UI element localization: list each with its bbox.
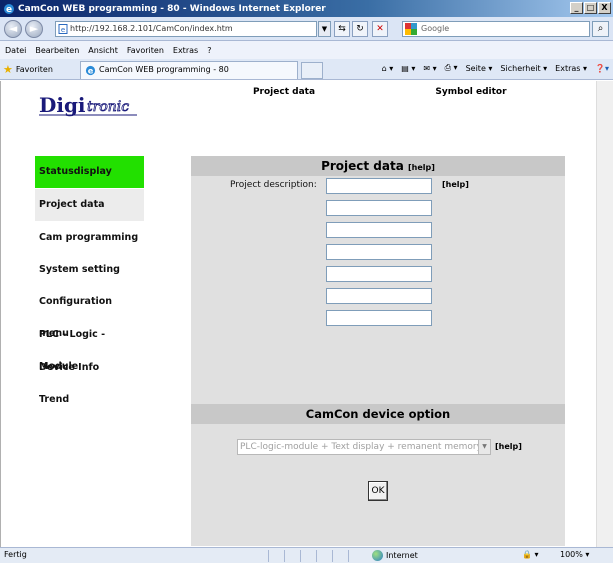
google-icon: [405, 23, 417, 35]
device-option-select[interactable]: PLC-logic-module + Text display + remane…: [237, 439, 491, 455]
status-segment: [300, 550, 314, 562]
ok-button[interactable]: OK: [368, 481, 388, 501]
status-segment: [348, 550, 362, 562]
svg-text:tronic: tronic: [87, 99, 129, 115]
menu-item-datei[interactable]: Datei: [5, 46, 26, 55]
zone-label: Internet: [386, 551, 418, 560]
project-data-panel: Project data [help] Project description:…: [191, 156, 565, 546]
tab-project-data[interactable]: Project data: [191, 81, 377, 109]
minimize-button[interactable]: _: [570, 2, 583, 14]
status-bar: Fertig Internet 🔒 ▾ 100% ▾: [0, 547, 613, 563]
favorites-bar: ★ Favoriten e CamCon WEB programming - 8…: [0, 59, 613, 80]
mail-icon[interactable]: ✉ ▾: [423, 64, 436, 73]
sidebar-item-device-info[interactable]: Device Info: [35, 352, 144, 384]
print-icon[interactable]: ⎙ ▾: [445, 63, 458, 73]
close-button[interactable]: X: [598, 2, 611, 14]
back-button[interactable]: ◄: [4, 20, 22, 38]
project-description-field-4[interactable]: [326, 244, 432, 260]
menu-item-favoriten[interactable]: Favoriten: [127, 46, 164, 55]
device-option-help-link[interactable]: [help]: [495, 442, 522, 451]
project-description-field-5[interactable]: [326, 266, 432, 282]
browser-tab[interactable]: e CamCon WEB programming - 80: [80, 61, 298, 79]
search-input[interactable]: Google: [402, 21, 590, 37]
window-titlebar: e CamCon WEB programming - 80 - Windows …: [0, 0, 613, 17]
panel-title: Project data: [321, 159, 404, 173]
protected-mode-icon[interactable]: 🔒 ▾: [522, 550, 539, 559]
status-segment: [316, 550, 330, 562]
window-title: CamCon WEB programming - 80 - Windows In…: [18, 3, 326, 14]
favorites-button[interactable]: ★ Favoriten: [3, 63, 53, 76]
menu-item-help[interactable]: ?: [207, 46, 211, 55]
page-icon: e: [58, 24, 68, 34]
tab-symbol-editor[interactable]: Symbol editor: [377, 81, 565, 109]
device-option-header: CamCon device option: [191, 404, 565, 424]
vertical-scrollbar[interactable]: [596, 81, 613, 547]
command-extras[interactable]: Extras ▾: [555, 64, 587, 73]
favorites-label: Favoriten: [15, 65, 53, 74]
sidebar-item-statusdisplay[interactable]: Statusdisplay: [35, 156, 144, 188]
command-bar: ⌂ ▾ ▤ ▾ ✉ ▾ ⎙ ▾ Seite ▾ Sicherheit ▾ Ext…: [382, 63, 609, 73]
sidebar-item-plc-logic-module[interactable]: PLC - Logic - Module: [35, 319, 144, 372]
project-description-field-1[interactable]: [326, 178, 432, 194]
sidebar-item-configuration-menu[interactable]: Configuration menu: [35, 286, 144, 339]
compatibility-view-button[interactable]: ⇆: [334, 21, 350, 37]
title-help-link[interactable]: [help]: [408, 163, 435, 172]
project-description-field-2[interactable]: [326, 200, 432, 216]
menu-item-bearbeiten[interactable]: Bearbeiten: [35, 46, 79, 55]
feeds-icon[interactable]: ▤ ▾: [401, 64, 415, 73]
address-toolbar: ◄ ► e http://192.168.2.101/CamCon/index.…: [0, 17, 613, 41]
sidebar-item-trend[interactable]: Trend: [35, 384, 144, 416]
svg-text:e: e: [88, 65, 94, 75]
menu-item-ansicht[interactable]: Ansicht: [88, 46, 118, 55]
ie-logo-icon: e: [85, 65, 96, 75]
sidebar-item-system-setting[interactable]: System setting: [35, 254, 144, 286]
menu-bar: Datei Bearbeiten Ansicht Favoriten Extra…: [0, 41, 613, 59]
page-content: Digi tronic Project data Symbol editor S…: [0, 81, 613, 547]
new-tab-button[interactable]: [301, 62, 323, 79]
svg-text:e: e: [61, 26, 65, 34]
command-seite[interactable]: Seite ▾: [466, 64, 493, 73]
address-input[interactable]: e http://192.168.2.101/CamCon/index.htm: [55, 21, 317, 37]
svg-text:Digi: Digi: [39, 93, 86, 117]
project-data-header: Project data [help]: [191, 156, 565, 176]
sidebar-item-cam-programming[interactable]: Cam programming: [35, 222, 144, 254]
project-description-field-6[interactable]: [326, 288, 432, 304]
menu-item-extras[interactable]: Extras: [173, 46, 198, 55]
stop-button[interactable]: ✕: [372, 21, 388, 37]
maximize-button[interactable]: □: [584, 2, 597, 14]
description-help-link[interactable]: [help]: [442, 180, 469, 189]
status-segment: [268, 550, 282, 562]
device-option-value: PLC-logic-module + Text display + remane…: [240, 442, 482, 452]
ie-logo-icon: e: [4, 3, 14, 15]
chevron-down-icon: ▼: [478, 440, 490, 454]
zoom-level[interactable]: 100% ▾: [560, 550, 589, 559]
status-segment: [332, 550, 346, 562]
address-dropdown-button[interactable]: ▼: [318, 21, 331, 37]
help-icon[interactable]: ❓▾: [595, 64, 609, 73]
project-description-field-7[interactable]: [326, 310, 432, 326]
sidebar-item-project-data[interactable]: Project data: [35, 189, 144, 221]
command-sicherheit[interactable]: Sicherheit ▾: [500, 64, 547, 73]
home-icon[interactable]: ⌂ ▾: [382, 64, 394, 73]
forward-button[interactable]: ►: [25, 20, 43, 38]
project-description-field-3[interactable]: [326, 222, 432, 238]
security-zone[interactable]: Internet: [372, 550, 418, 561]
refresh-button[interactable]: ↻: [352, 21, 368, 37]
status-segment: [284, 550, 298, 562]
browser-tab-title: CamCon WEB programming - 80: [99, 65, 229, 74]
address-text: http://192.168.2.101/CamCon/index.htm: [70, 24, 233, 33]
svg-text:e: e: [6, 5, 12, 15]
search-icon[interactable]: ⌕: [592, 21, 609, 37]
status-text: Fertig: [4, 550, 27, 559]
project-description-label: Project description:: [230, 180, 317, 190]
digitronic-logo: Digi tronic: [37, 91, 139, 117]
search-placeholder: Google: [421, 24, 450, 33]
globe-icon: [372, 550, 383, 561]
star-icon: ★: [3, 63, 13, 76]
